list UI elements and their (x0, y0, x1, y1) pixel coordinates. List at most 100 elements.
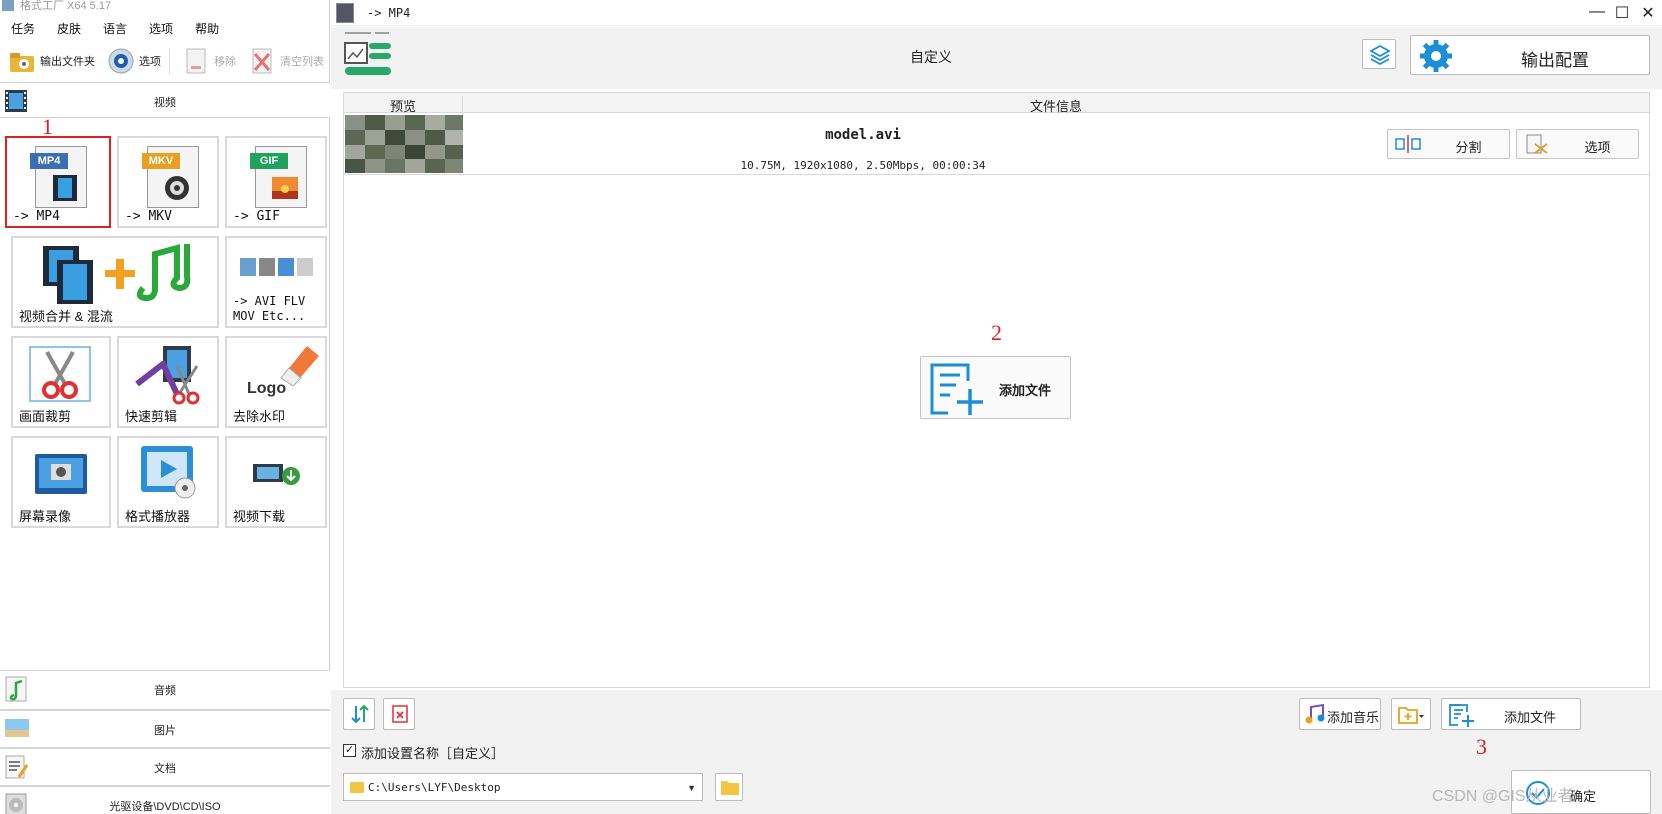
window-icon (336, 3, 354, 23)
file-options-button[interactable]: 选项 (1516, 129, 1639, 159)
options-button[interactable]: 选项 (99, 44, 165, 78)
download-film-icon (253, 464, 300, 485)
menu-task[interactable]: 任务 (0, 18, 46, 40)
add-file-icon (930, 363, 983, 415)
scissors-icon (29, 346, 91, 402)
menu-skin[interactable]: 皮肤 (46, 18, 92, 40)
file-row[interactable]: model.avi 10.75M, 1920x1080, 2.50Mbps, 0… (344, 114, 1649, 175)
category-video[interactable]: 视频 (0, 82, 330, 118)
menu-options[interactable]: 选项 (138, 18, 184, 40)
options-label: 选项 (139, 56, 161, 68)
annotation-2: 2 (991, 320, 1002, 345)
output-folder-button[interactable]: 输出文件夹 (0, 44, 99, 78)
tile-to-mp4[interactable]: MP4 -> MP4 (5, 136, 111, 228)
add-file-button[interactable]: 添加文件 (1441, 698, 1581, 730)
mkv-tag: MKV (142, 153, 180, 169)
add-music-label: 添加音乐 (1327, 710, 1380, 725)
app-icon (2, 0, 14, 11)
add-music-button[interactable]: 添加音乐 (1299, 698, 1381, 730)
tile-mp4-label: -> MP4 (13, 209, 60, 224)
menu-bar: 任务 皮肤 语言 选项 帮助 (0, 18, 230, 40)
clear-list-label: 清空列表 (280, 56, 324, 68)
category-picture-label: 图片 (154, 725, 176, 737)
tile-player-label: 格式播放器 (125, 509, 191, 524)
left-panel: 格式工厂 X64 5.17 任务 皮肤 语言 选项 帮助 输出文件夹 选项 移除… (0, 0, 330, 814)
layers-button[interactable] (1362, 39, 1396, 69)
window-title-bar: -> MP4 — ☐ ✕ (331, 0, 1662, 26)
chevron-down-icon: ▼ (687, 783, 696, 793)
tile-video-merge[interactable]: 视频合并 & 混流 (11, 236, 219, 328)
output-config-label: 输出配置 (1521, 51, 1589, 70)
reel-icon (165, 176, 189, 200)
add-folder-icon (1398, 707, 1424, 724)
sort-button[interactable] (343, 698, 375, 730)
split-label: 分割 (1455, 140, 1482, 155)
right-panel: -> MP4 — ☐ ✕ 自定义 输出配置 预览 文件信息 model.avi … (331, 0, 1662, 814)
add-file-center-button[interactable]: 添加文件 (920, 356, 1071, 419)
gif-file-icon: GIF (250, 146, 307, 208)
remove-button[interactable]: 移除 (174, 44, 240, 78)
folder-icon (350, 782, 364, 793)
quick-cut-icon (135, 346, 200, 405)
sunset-image-icon (272, 177, 298, 199)
menu-help[interactable]: 帮助 (184, 18, 230, 40)
mkv-file-icon: MKV (142, 146, 199, 208)
file-name: model.avi (825, 127, 901, 143)
tile-mkv-label: -> MKV (125, 209, 172, 224)
tile-to-gif[interactable]: GIF -> GIF (225, 136, 327, 228)
tile-record-label: 屏幕录像 (19, 509, 72, 524)
clear-icon (252, 48, 272, 74)
col-preview: 预览 (344, 96, 463, 116)
mp4-tag: MP4 (30, 153, 68, 169)
output-config-button[interactable]: 输出配置 (1410, 35, 1650, 75)
col-file-info: 文件信息 (1029, 99, 1082, 114)
logo-text: Logo (247, 380, 287, 397)
menu-language[interactable]: 语言 (92, 18, 138, 40)
tile-remove-watermark[interactable]: Logo 去除水印 (225, 336, 327, 428)
category-document-label: 文档 (154, 763, 176, 775)
tile-crop-label: 画面裁剪 (19, 409, 72, 424)
main-toolbar: 输出文件夹 选项 移除 清空列表 (0, 44, 330, 78)
tile-avi-label: -> AVI FLV MOV Etc... (233, 294, 306, 323)
output-path-value: C:\Users\LYF\Desktop (368, 781, 501, 794)
mp4-file-icon: MP4 (30, 146, 87, 208)
file-list-header: 预览 文件信息 (344, 93, 1649, 116)
close-button[interactable]: ✕ (1636, 3, 1660, 23)
tile-to-mkv[interactable]: MKV -> MKV (117, 136, 219, 228)
tile-download-label: 视频下载 (233, 509, 286, 524)
add-setting-name-checkbox[interactable]: ✓ (343, 744, 356, 757)
annotation-3: 3 (1476, 734, 1487, 759)
tile-screen-record[interactable]: 屏幕录像 (11, 436, 111, 528)
remove-label: 移除 (214, 56, 236, 68)
category-picture[interactable]: 图片 (0, 710, 330, 748)
category-audio[interactable]: 音频 (0, 670, 330, 710)
split-button[interactable]: 分割 (1387, 129, 1510, 159)
file-options-icon (1526, 134, 1548, 154)
tile-video-download[interactable]: 视频下载 (225, 436, 327, 528)
category-video-label: 视频 (154, 97, 176, 109)
category-audio-label: 音频 (154, 685, 176, 697)
gif-tag: GIF (250, 153, 288, 169)
category-disc[interactable]: 光驱设备\DVD\CD\ISO (0, 786, 330, 814)
add-folder-button[interactable] (1391, 698, 1431, 730)
browse-folder-button[interactable] (715, 773, 743, 801)
window-title: -> MP4 (367, 6, 411, 20)
merge-art-icon (43, 244, 191, 304)
add-setting-name-label: 添加设置名称［自定义］ (361, 746, 505, 761)
maximize-button[interactable]: ☐ (1610, 3, 1634, 23)
file-options-label: 选项 (1584, 140, 1611, 155)
file-info: 10.75M, 1920x1080, 2.50Mbps, 00:00:34 (740, 159, 986, 172)
minimize-button[interactable]: — (1585, 3, 1609, 21)
category-disc-label: 光驱设备\DVD\CD\ISO (109, 801, 221, 813)
tile-quick-cut[interactable]: 快速剪辑 (117, 336, 219, 428)
output-path-select[interactable]: C:\Users\LYF\Desktop ▼ (343, 773, 703, 801)
clear-list-button[interactable]: 清空列表 (240, 44, 328, 78)
music-note-icon (1305, 703, 1325, 724)
category-document[interactable]: 文档 (0, 748, 330, 786)
tile-to-avi-flv-mov[interactable]: -> AVI FLV MOV Etc... (225, 236, 327, 328)
remove-icon (186, 48, 206, 74)
film-strip-icon (53, 175, 77, 201)
tile-format-player[interactable]: 格式播放器 (117, 436, 219, 528)
delete-button[interactable] (383, 698, 415, 730)
tile-crop[interactable]: 画面裁剪 (11, 336, 111, 428)
